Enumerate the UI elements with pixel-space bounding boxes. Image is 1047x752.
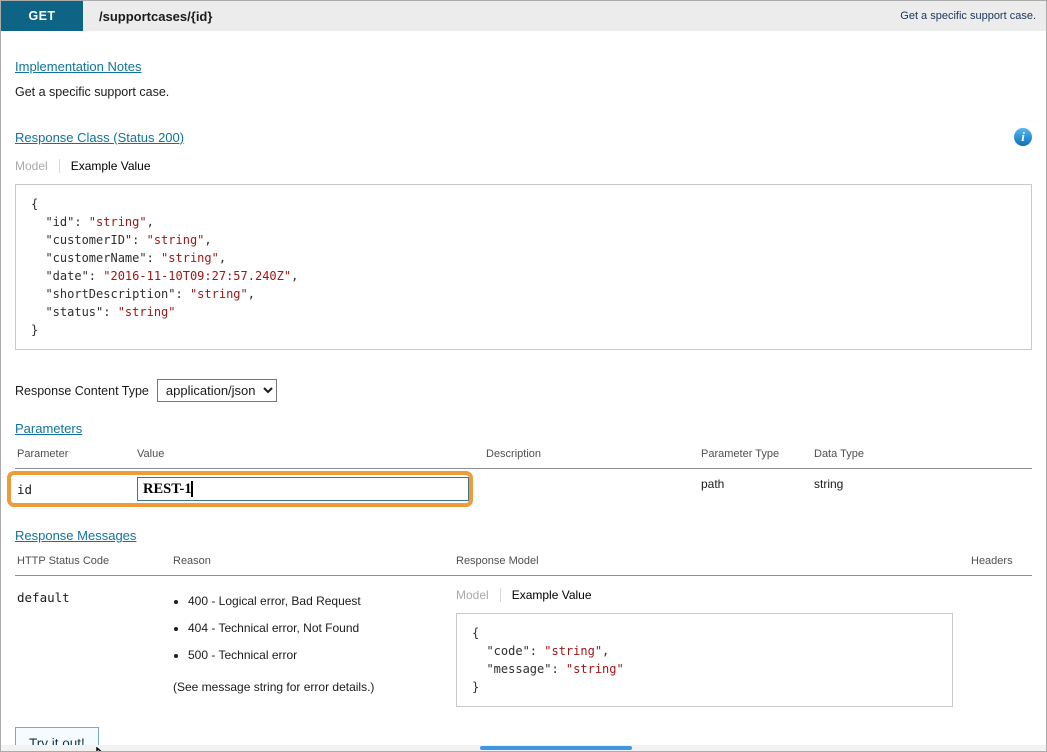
- response-content-type-label: Response Content Type: [15, 384, 149, 398]
- parameters-header-row: Parameter Value Description Parameter Ty…: [15, 444, 1032, 469]
- reason-item: 400 - Logical error, Bad Request: [188, 594, 452, 608]
- reason-note: (See message string for error details.): [173, 680, 452, 694]
- param-name: id: [15, 469, 135, 510]
- col-value: Value: [135, 444, 484, 469]
- operation-body: Implementation Notes Get a specific supp…: [1, 58, 1046, 752]
- response-example-code: { "id": "string", "customerID": "string"…: [15, 184, 1032, 350]
- param-id-input[interactable]: [137, 477, 469, 501]
- response-model-tab-model[interactable]: Model: [456, 588, 489, 602]
- messages-header-row: HTTP Status Code Reason Response Model H…: [15, 551, 1032, 576]
- parameter-row-id: id path string: [15, 469, 1032, 510]
- col-parameter: Parameter: [15, 444, 135, 469]
- reason-item: 404 - Technical error, Not Found: [188, 621, 452, 635]
- reason-list: 400 - Logical error, Bad Request 404 - T…: [175, 594, 452, 662]
- implementation-notes-link[interactable]: Implementation Notes: [15, 59, 141, 74]
- tab-model[interactable]: Model: [15, 159, 48, 173]
- col-reason: Reason: [171, 551, 454, 576]
- col-headers: Headers: [969, 551, 1032, 576]
- response-class-tabs: Model Example Value: [15, 159, 1032, 173]
- http-method-badge[interactable]: GET: [1, 1, 83, 31]
- info-icon[interactable]: i: [1014, 128, 1032, 146]
- param-type: path: [699, 469, 812, 510]
- horizontal-scrollbar[interactable]: [1, 745, 1046, 751]
- error-example-code: { "code": "string", "message": "string" …: [456, 613, 953, 707]
- param-description: [484, 469, 699, 510]
- param-value-cell: [135, 469, 484, 510]
- response-messages-link[interactable]: Response Messages: [15, 528, 136, 543]
- col-parameter-type: Parameter Type: [699, 444, 812, 469]
- col-data-type: Data Type: [812, 444, 1032, 469]
- message-reason-cell: 400 - Logical error, Bad Request 404 - T…: [171, 576, 454, 716]
- response-model-tabs: Model Example Value: [456, 588, 967, 602]
- message-response-model-cell: Model Example Value { "code": "string", …: [454, 576, 969, 716]
- col-response-model: Response Model: [454, 551, 969, 576]
- col-description: Description: [484, 444, 699, 469]
- implementation-notes-text: Get a specific support case.: [15, 85, 1032, 99]
- response-model-tab-example-value[interactable]: Example Value: [500, 588, 592, 602]
- response-messages-table: HTTP Status Code Reason Response Model H…: [15, 551, 1032, 715]
- tab-example-value[interactable]: Example Value: [59, 159, 151, 173]
- mouse-cursor-icon: [95, 747, 117, 752]
- swagger-operation-panel: GET /supportcases/{id} Get a specific su…: [0, 0, 1047, 752]
- endpoint-path[interactable]: /supportcases/{id}: [99, 9, 212, 24]
- col-http-status-code: HTTP Status Code: [15, 551, 171, 576]
- response-content-type-select[interactable]: application/json: [157, 379, 277, 402]
- message-headers-cell: [969, 576, 1032, 716]
- message-row-default: default 400 - Logical error, Bad Request…: [15, 576, 1032, 716]
- parameters-table: Parameter Value Description Parameter Ty…: [15, 444, 1032, 509]
- reason-item: 500 - Technical error: [188, 648, 452, 662]
- operation-header[interactable]: GET /supportcases/{id} Get a specific su…: [1, 1, 1046, 31]
- text-caret: [191, 481, 193, 497]
- message-status-code: default: [15, 576, 171, 716]
- param-data-type: string: [812, 469, 1032, 510]
- horizontal-scrollbar-thumb[interactable]: [480, 746, 632, 750]
- operation-summary: Get a specific support case.: [900, 10, 1046, 22]
- response-class-link[interactable]: Response Class (Status 200): [15, 130, 184, 145]
- parameters-link[interactable]: Parameters: [15, 421, 82, 436]
